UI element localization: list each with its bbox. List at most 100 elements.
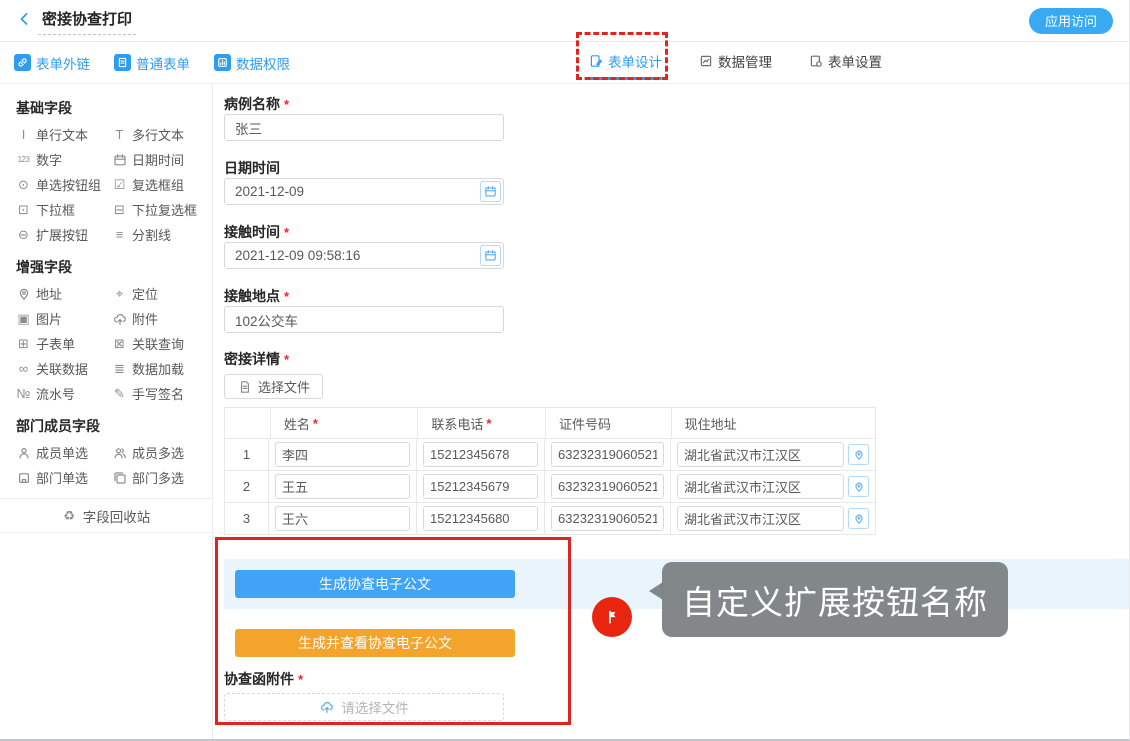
palette-section-title: 基础字段 [16,98,212,118]
back-button[interactable] [16,11,38,30]
address-input[interactable] [677,442,844,467]
recycle-icon: ♻ [62,508,77,523]
palette-field-item[interactable]: 日期时间 [112,147,208,172]
name-input[interactable] [275,506,410,531]
location-pin-icon[interactable] [848,476,869,497]
address-input[interactable] [677,474,844,499]
generate-and-view-document-button[interactable]: 生成并查看协查电子公文 [235,629,515,657]
tab[interactable]: 表单设计 [588,51,662,80]
location-pin-icon[interactable] [848,508,869,529]
name-input[interactable] [275,474,410,499]
date-input[interactable] [224,178,504,205]
palette-field-item[interactable]: ⊡ 下拉框 [16,197,112,222]
palette-field-item[interactable]: ∞ 关联数据 [16,356,112,381]
annotation-marker [592,597,632,637]
field-type-icon: ⊡ [16,202,31,217]
file-icon [237,379,252,394]
attachment-upload-area[interactable]: 请选择文件 [224,693,504,721]
palette-field-item[interactable]: ≡ 分割线 [112,222,208,247]
cloud-upload-icon [319,700,334,715]
field-type-label: 部门单选 [36,468,88,487]
name-input[interactable] [275,442,410,467]
page-title[interactable]: 密接协查打印 [38,6,136,35]
palette-field-item[interactable]: ≣ 数据加载 [112,356,208,381]
field-type-icon [112,445,127,460]
palette-field-item[interactable]: ✎ 手写签名 [112,381,208,406]
toolbar-link[interactable]: 普通表单 [114,53,190,73]
contact-time-input[interactable] [224,242,504,269]
field-type-icon [16,445,31,460]
palette-field-item[interactable]: ⌖ 定位 [112,281,208,306]
palette-field-item[interactable]: 地址 [16,281,112,306]
location-pin-icon[interactable] [848,444,869,465]
tab[interactable]: 表单设置 [808,51,882,80]
palette-field-item[interactable]: 部门单选 [16,465,112,490]
field-type-label: 数字 [36,150,62,169]
id-number-input[interactable] [551,506,664,531]
address-input[interactable] [677,506,844,531]
id-number-input[interactable] [551,442,664,467]
generate-document-button[interactable]: 生成协查电子公文 [235,570,515,598]
toolbar-link[interactable]: 数据权限 [214,53,290,73]
field-type-label: 分割线 [132,225,171,244]
field-recycle-bin[interactable]: ♻ 字段回收站 [0,498,212,533]
field-type-label: 日期时间 [132,150,184,169]
required-asterisk: * [486,416,491,431]
calendar-icon[interactable] [480,181,501,202]
required-asterisk: * [298,672,303,687]
field-label-row: 接触时间 * [224,222,1129,242]
field-type-icon: I [16,127,31,142]
palette-field-item[interactable]: ⊞ 子表单 [16,331,112,356]
palette-field-item[interactable]: 123 数字 [16,147,112,172]
field-type-icon: ⊞ [16,336,31,351]
palette-field-item[interactable]: ⊖ 扩展按钮 [16,222,112,247]
field-label: 日期时间 [224,158,280,178]
palette-field-item[interactable]: ▣ 图片 [16,306,112,331]
id-number-input[interactable] [551,474,664,499]
field-type-icon [16,470,31,485]
palette-field-item[interactable]: 成员多选 [112,440,208,465]
field-type-label: 流水号 [36,384,75,403]
palette-field-item[interactable]: I 单行文本 [16,122,112,147]
app-access-button[interactable]: 应用访问 [1029,8,1113,34]
palette-field-item[interactable]: 部门多选 [112,465,208,490]
toolbar-link[interactable]: 表单外链 [14,53,90,73]
field-type-label: 地址 [36,284,62,303]
field-type-label: 多行文本 [132,125,184,144]
palette-field-item[interactable]: ⊟ 下拉复选框 [112,197,208,222]
field-type-icon [112,470,127,485]
palette-field-item[interactable]: ⊙ 单选按钮组 [16,172,112,197]
field-type-label: 关联数据 [36,359,88,378]
palette-field-item[interactable]: ⊠ 关联查询 [112,331,208,356]
field-type-label: 定位 [132,284,158,303]
field-type-label: 单行文本 [36,125,88,144]
field-type-icon: ⊙ [16,177,31,192]
field-label-row: 日期时间 * [224,158,1129,178]
app-window: 密接协查打印 应用访问 表单外链 普通表单 数据权限 [0,0,1130,741]
palette-field-item[interactable]: 附件 [112,306,208,331]
field-label-row: 密接详情 * [224,349,1129,369]
tab-label: 数据管理 [718,51,772,71]
field-type-icon: ⊖ [16,227,31,242]
phone-input[interactable] [423,442,538,467]
contact-place-input[interactable] [224,306,504,333]
tab-icon [808,54,823,69]
field-type-label: 扩展按钮 [36,225,88,244]
table-body: 1 2 [225,439,875,535]
field-palette-sidebar: 基础字段 I 单行文本 T 多行文本 123 数字 [0,84,213,739]
field-type-icon: ✎ [112,386,127,401]
palette-field-item[interactable]: T 多行文本 [112,122,208,147]
phone-input[interactable] [423,474,538,499]
field-type-label: 复选框组 [132,175,184,194]
phone-input[interactable] [423,506,538,531]
select-file-button[interactable]: 选择文件 [224,374,323,399]
palette-field-item[interactable]: ☑ 复选框组 [112,172,208,197]
palette-basic: I 单行文本 T 多行文本 123 数字 日 [16,122,212,247]
calendar-icon[interactable] [480,245,501,266]
palette-field-item[interactable]: 成员单选 [16,440,112,465]
field-type-icon: ☑ [112,177,127,192]
palette-field-item[interactable]: № 流水号 [16,381,112,406]
tab-icon [698,54,713,69]
case-name-input[interactable] [224,114,504,141]
tab[interactable]: 数据管理 [698,51,772,80]
